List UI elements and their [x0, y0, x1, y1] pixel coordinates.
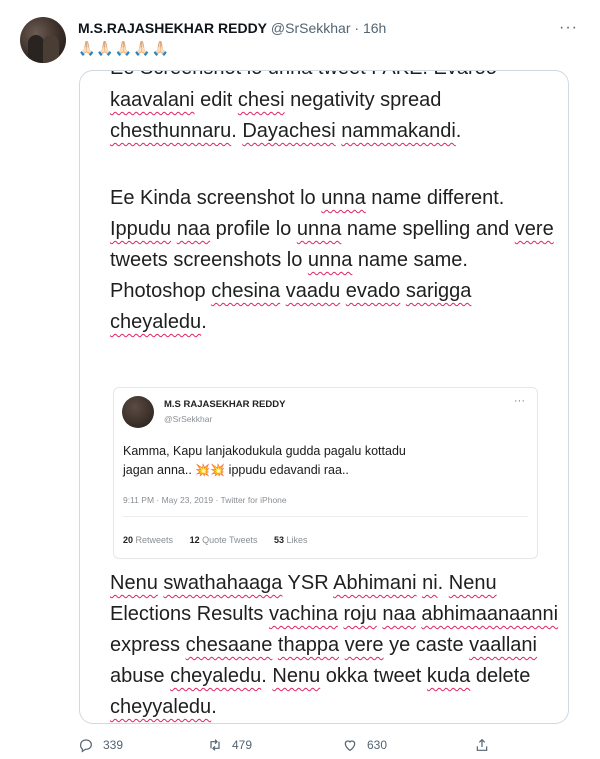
text-run: okka tweet [320, 665, 427, 687]
underlined-word: unna [321, 187, 366, 209]
text-run: name spelling and [341, 218, 515, 240]
underlined-word: vaallani [469, 634, 537, 656]
underlined-word: Ippudu [110, 218, 172, 240]
underlined-word: Abhimani [333, 572, 417, 594]
screenshot-cut-line: Ee Screenshot lo unna tweet FAKE. Evaroo [110, 71, 560, 84]
embedded-text-line-2-end: ippudu edavandi raa.. [228, 463, 349, 477]
like-count: 630 [367, 738, 388, 752]
screenshot-paragraph-1: kaavalani edit chesi negativity spread c… [110, 85, 560, 147]
reply-count: 339 [103, 738, 124, 752]
quote-tweets-count: 12 [189, 535, 200, 545]
retweet-icon [210, 739, 220, 751]
author-handle[interactable]: @SrSekkhar [271, 20, 351, 36]
embedded-tweet: M.S RAJASEKHAR REDDY @SrSekkhar ··· Kamm… [113, 387, 538, 559]
share-icon [476, 738, 488, 751]
retweets-label: Retweets [135, 535, 174, 545]
embedded-author-handle: @SrSekkhar [164, 414, 213, 424]
text-run: delete [470, 665, 531, 687]
underlined-word: unna [307, 249, 353, 271]
reply-button[interactable]: 339 [78, 737, 123, 753]
embedded-avatar [122, 396, 154, 428]
text-run: . [261, 665, 273, 687]
underlined-word: nammakandi [341, 120, 456, 142]
underlined-word: naa [382, 603, 416, 625]
text-run: . [201, 311, 207, 333]
underlined-word: kuda [426, 665, 471, 687]
reply-icon [80, 739, 92, 753]
underlined-word: naa [176, 218, 211, 240]
author-name[interactable]: M.S.RAJASHEKHAR REDDY [78, 20, 267, 36]
likes-label: Likes [286, 535, 308, 545]
underlined-word: chesaane [185, 634, 273, 656]
underlined-word: thappa [277, 634, 340, 656]
text-run: . [437, 572, 449, 594]
text-run: . [231, 120, 243, 142]
tweet-image[interactable]: Ee Screenshot lo unna tweet FAKE. Evaroo… [79, 70, 569, 724]
underlined-word: Nenu [110, 572, 158, 594]
separator: · [354, 20, 360, 36]
underlined-word: abhimaanaanni [421, 603, 559, 625]
underlined-word: chesthunnaru [110, 120, 232, 142]
text-run: . [455, 120, 462, 142]
tweet-header: M.S.RAJASHEKHAR REDDY @SrSekkhar · 16h [78, 20, 386, 36]
text-run: tweets screenshots lo [110, 249, 308, 271]
collision-emoji: 💥💥 [195, 463, 226, 477]
text-run: name different. [365, 187, 505, 209]
underlined-word: ni [422, 572, 438, 594]
underlined-word: vere [344, 634, 384, 656]
embedded-text-line-1: Kamma, Kapu lanjakodukula gudda pagalu k… [123, 444, 406, 458]
underlined-word: Nenu [448, 572, 497, 594]
embedded-tweet-text: Kamma, Kapu lanjakodukula gudda pagalu k… [123, 442, 523, 480]
underlined-word: swathahaaga [163, 572, 283, 594]
underlined-word: vaadu [285, 280, 341, 302]
underlined-word: cheyaledu [170, 665, 262, 687]
avatar-figure [43, 35, 59, 63]
share-button[interactable] [474, 737, 490, 753]
embedded-author-name: M.S RAJASEKHAR REDDY [164, 399, 286, 410]
underlined-word: vachina [268, 603, 338, 625]
text-run: abuse [110, 665, 171, 687]
retweets-count: 20 [123, 535, 134, 545]
underlined-word: vere [514, 218, 554, 240]
underlined-word: chesi [237, 89, 285, 111]
timestamp[interactable]: 16h [363, 20, 386, 36]
text-run: express [110, 634, 186, 656]
screenshot-paragraph-2: Ee Kinda screenshot lo unna name differe… [110, 183, 560, 338]
text-run: edit [194, 89, 238, 111]
screenshot-paragraph-3: Nenu swathahaaga YSR Abhimani ni. Nenu E… [110, 568, 560, 723]
embedded-timestamp: 9:11 PM · May 23, 2019 · Twitter for iPh… [123, 495, 287, 505]
text-run: YSR [282, 572, 334, 594]
text-run: negativity spread [284, 89, 442, 111]
retweet-button[interactable]: 479 [207, 737, 252, 753]
embedded-more-icon: ··· [514, 395, 525, 407]
underlined-word: kaavalani [110, 89, 195, 111]
tweet-text: 🙏🏻🙏🏻🙏🏻🙏🏻🙏🏻 [78, 40, 171, 56]
underlined-word: Dayachesi [242, 120, 336, 142]
likes-count: 53 [274, 535, 285, 545]
text-run: profile lo [210, 218, 297, 240]
text-run: ye caste [383, 634, 470, 656]
more-icon[interactable]: ··· [559, 19, 578, 37]
like-button[interactable]: 630 [342, 737, 387, 753]
underlined-word: sarigga [405, 280, 472, 302]
heart-icon [344, 740, 356, 752]
underlined-word: cheyaledu [110, 311, 202, 333]
underlined-word: Nenu [272, 665, 321, 687]
underlined-word: cheyyaledu [110, 696, 212, 718]
avatar[interactable] [20, 17, 66, 63]
embedded-stats: 20 Retweets 12 Quote Tweets 53 Likes [123, 535, 308, 545]
avatar-figure [28, 35, 44, 63]
underlined-word: evado [345, 280, 401, 302]
embedded-text-line-2-start: jagan anna.. [123, 463, 192, 477]
divider [123, 516, 528, 517]
text-run: Elections Results [110, 603, 269, 625]
underlined-word: unna [296, 218, 342, 240]
underlined-word: chesina [211, 280, 281, 302]
tweet-actions: 339 479 630 [78, 737, 508, 755]
text-run: Ee Kinda screenshot lo [110, 187, 322, 209]
quote-tweets-label: Quote Tweets [202, 535, 258, 545]
retweet-count: 479 [232, 738, 253, 752]
underlined-word: roju [343, 603, 377, 625]
text-run: . [211, 696, 217, 718]
